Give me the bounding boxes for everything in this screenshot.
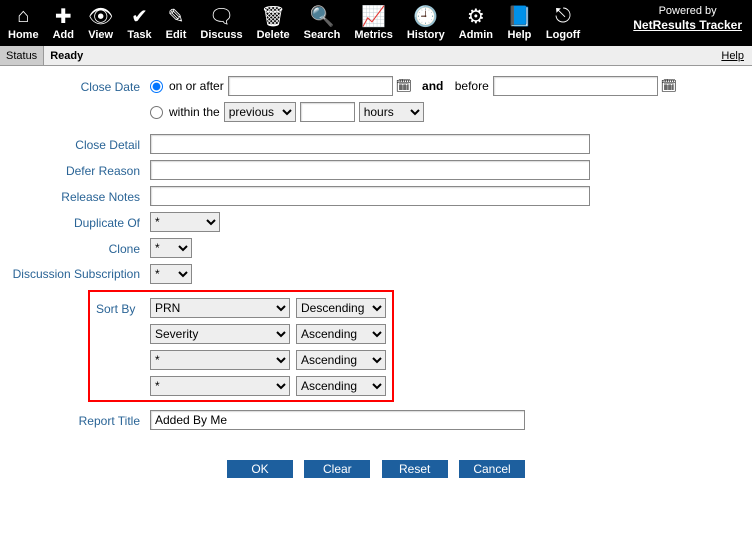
- toolbar-home[interactable]: ⌂ Home: [8, 5, 39, 41]
- help-label: Help: [507, 29, 532, 41]
- toolbar-help[interactable]: 📘 Help: [507, 5, 532, 41]
- defer-reason-input[interactable]: [150, 160, 590, 180]
- toolbar-logoff[interactable]: ⎋ Logoff: [546, 5, 580, 41]
- calendar-icon[interactable]: 🗓: [662, 79, 676, 93]
- metrics-icon: 📈: [354, 5, 393, 27]
- toolbar-admin[interactable]: ⚙ Admin: [459, 5, 493, 41]
- main-toolbar: ⌂ Home ✚ Add 👁 View ✔ Task ✎ Edit 🗨 Discuss 🗑 Delete 🔍…: [0, 0, 752, 46]
- close-detail-input[interactable]: [150, 134, 590, 154]
- reset-button[interactable]: Reset: [382, 460, 448, 478]
- task-label: Task: [127, 29, 151, 41]
- view-icon: 👁: [88, 5, 113, 27]
- help-link[interactable]: Help: [713, 46, 752, 65]
- on-after-text: on or after: [169, 79, 224, 93]
- home-label: Home: [8, 29, 39, 41]
- view-label: View: [88, 29, 113, 41]
- search-icon: 🔍: [304, 5, 341, 27]
- sort-by-highlight: Sort By PRN Descending Severity Ascending * A…: [88, 290, 394, 402]
- add-icon: ✚: [53, 5, 74, 27]
- status-bar: Status Ready Help: [0, 46, 752, 66]
- status-label: Status: [0, 46, 44, 65]
- history-label: History: [407, 29, 445, 41]
- release-notes-label: Release Notes: [0, 186, 150, 204]
- sort-field-0[interactable]: PRN: [150, 298, 290, 318]
- cancel-button[interactable]: Cancel: [459, 460, 525, 478]
- admin-label: Admin: [459, 29, 493, 41]
- edit-label: Edit: [166, 29, 187, 41]
- toolbar-add[interactable]: ✚ Add: [53, 5, 74, 41]
- toolbar-metrics[interactable]: 📈 Metrics: [354, 5, 393, 41]
- close-detail-label: Close Detail: [0, 134, 150, 152]
- before-text: before: [455, 79, 489, 93]
- toolbar-search[interactable]: 🔍 Search: [304, 5, 341, 41]
- powered-link[interactable]: NetResults Tracker: [633, 18, 742, 32]
- sort-dir-1[interactable]: Ascending: [296, 324, 386, 344]
- sort-row-3: * Ascending: [150, 376, 386, 396]
- within-radio[interactable]: [150, 106, 163, 119]
- discussion-select[interactable]: *: [150, 264, 192, 284]
- duplicate-of-label: Duplicate Of: [0, 212, 150, 230]
- sort-row-0: PRN Descending: [150, 298, 386, 318]
- sort-dir-0[interactable]: Descending: [296, 298, 386, 318]
- hours-select[interactable]: hours: [359, 102, 424, 122]
- and-text: and: [422, 79, 443, 93]
- toolbar-history[interactable]: 🕘 History: [407, 5, 445, 41]
- discussion-label: Discussion Subscription: [0, 264, 150, 281]
- discuss-icon: 🗨: [200, 5, 242, 27]
- history-icon: 🕘: [407, 5, 445, 27]
- on-after-input[interactable]: [228, 76, 393, 96]
- report-title-input[interactable]: [150, 410, 525, 430]
- report-title-label: Report Title: [0, 410, 150, 428]
- logoff-label: Logoff: [546, 29, 580, 41]
- within-text: within the: [169, 105, 220, 119]
- duplicate-of-select[interactable]: *: [150, 212, 220, 232]
- button-row: OK Clear Reset Cancel: [0, 460, 752, 478]
- before-input[interactable]: [493, 76, 658, 96]
- sort-field-1[interactable]: Severity: [150, 324, 290, 344]
- add-label: Add: [53, 29, 74, 41]
- clone-label: Clone: [0, 238, 150, 256]
- release-notes-input[interactable]: [150, 186, 590, 206]
- toolbar-edit[interactable]: ✎ Edit: [166, 5, 187, 41]
- logoff-icon: ⎋: [546, 5, 580, 27]
- ok-button[interactable]: OK: [227, 460, 293, 478]
- sort-dir-2[interactable]: Ascending: [296, 350, 386, 370]
- metrics-label: Metrics: [354, 29, 393, 41]
- clear-button[interactable]: Clear: [304, 460, 370, 478]
- powered-by: Powered by NetResults Tracker: [633, 4, 742, 32]
- delete-icon: 🗑: [257, 5, 290, 27]
- sort-row-2: * Ascending: [150, 350, 386, 370]
- help-icon: 📘: [507, 5, 532, 27]
- form-content: Close Date on or after 🗓 and before 🗓 wi…: [0, 66, 752, 556]
- edit-icon: ✎: [166, 5, 187, 27]
- status-value: Ready: [44, 46, 89, 65]
- task-icon: ✔: [127, 5, 151, 27]
- search-label: Search: [304, 29, 341, 41]
- toolbar-delete[interactable]: 🗑 Delete: [257, 5, 290, 41]
- sort-dir-3[interactable]: Ascending: [296, 376, 386, 396]
- clone-select[interactable]: *: [150, 238, 192, 258]
- on-after-radio[interactable]: [150, 80, 163, 93]
- sort-field-2[interactable]: *: [150, 350, 290, 370]
- powered-text: Powered by: [633, 4, 742, 18]
- sort-field-3[interactable]: *: [150, 376, 290, 396]
- sort-by-label: Sort By: [96, 298, 150, 316]
- discuss-label: Discuss: [200, 29, 242, 41]
- toolbar-view[interactable]: 👁 View: [88, 5, 113, 41]
- toolbar-task[interactable]: ✔ Task: [127, 5, 151, 41]
- toolbar-discuss[interactable]: 🗨 Discuss: [200, 5, 242, 41]
- delete-label: Delete: [257, 29, 290, 41]
- defer-reason-label: Defer Reason: [0, 160, 150, 178]
- previous-select[interactable]: previous: [224, 102, 296, 122]
- admin-icon: ⚙: [459, 5, 493, 27]
- close-date-label: Close Date: [0, 76, 150, 94]
- calendar-icon[interactable]: 🗓: [397, 79, 411, 93]
- within-num-input[interactable]: [300, 102, 355, 122]
- home-icon: ⌂: [8, 5, 39, 27]
- sort-row-1: Severity Ascending: [150, 324, 386, 344]
